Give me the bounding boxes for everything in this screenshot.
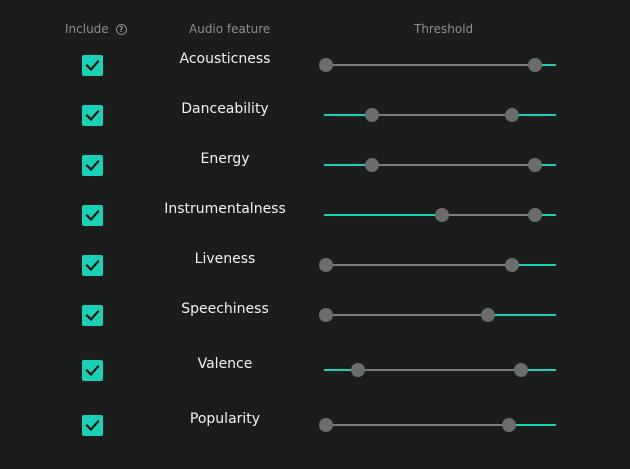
slider-max-thumb[interactable]: [504, 108, 519, 122]
feature-row-speechiness: Speechiness: [0, 301, 630, 334]
feature-label-danceability: Danceability: [181, 101, 269, 117]
slider-selected-range: [370, 114, 510, 116]
include-checkbox-liveness[interactable]: [82, 255, 103, 276]
threshold-slider-popularity[interactable]: [319, 417, 556, 433]
include-checkbox-speechiness[interactable]: [82, 305, 103, 326]
feature-row-energy: Energy: [0, 151, 630, 184]
slider-selected-range: [356, 369, 519, 371]
threshold-slider-acousticness[interactable]: [319, 57, 556, 73]
feature-row-valence: Valence: [0, 356, 630, 389]
include-checkbox-instrumentalness[interactable]: [82, 205, 103, 226]
feature-row-acousticness: Acousticness: [0, 51, 630, 84]
slider-max-thumb[interactable]: [527, 58, 542, 72]
feature-label-valence: Valence: [197, 356, 253, 372]
slider-selected-range: [370, 164, 533, 166]
feature-label-energy: Energy: [200, 151, 250, 167]
include-header-label: Include: [65, 22, 109, 36]
feature-label-liveness: Liveness: [194, 251, 256, 267]
include-checkbox-valence[interactable]: [82, 360, 103, 381]
check-icon: [85, 309, 100, 322]
audio-feature-header: Audio feature: [189, 22, 271, 36]
include-header: Include ?: [65, 21, 127, 37]
slider-selected-range: [324, 424, 508, 426]
slider-min-thumb[interactable]: [365, 158, 380, 172]
slider-selected-range: [324, 314, 487, 316]
threshold-slider-liveness[interactable]: [319, 257, 556, 273]
threshold-slider-instrumentalness[interactable]: [324, 207, 556, 223]
slider-min-thumb[interactable]: [351, 363, 366, 377]
threshold-slider-danceability[interactable]: [324, 107, 556, 123]
include-checkbox-popularity[interactable]: [82, 415, 103, 436]
slider-selected-range: [440, 214, 533, 216]
feature-row-danceability: Danceability: [0, 101, 630, 134]
check-icon: [85, 364, 100, 377]
slider-max-thumb[interactable]: [527, 208, 542, 222]
help-circle-icon[interactable]: ?: [115, 23, 127, 35]
check-icon: [85, 419, 100, 432]
threshold-header: Threshold: [414, 22, 474, 36]
feature-row-instrumentalness: Instrumentalness: [0, 201, 630, 234]
slider-selected-range: [324, 264, 510, 266]
feature-label-popularity: Popularity: [189, 411, 261, 427]
threshold-slider-speechiness[interactable]: [319, 307, 556, 323]
include-checkbox-acousticness[interactable]: [82, 55, 103, 76]
slider-max-thumb[interactable]: [502, 418, 517, 432]
slider-max-thumb[interactable]: [527, 158, 542, 172]
check-icon: [85, 159, 100, 172]
feature-label-speechiness: Speechiness: [181, 301, 269, 317]
feature-label-instrumentalness: Instrumentalness: [164, 201, 286, 217]
slider-max-thumb[interactable]: [513, 363, 528, 377]
slider-min-thumb[interactable]: [435, 208, 449, 222]
slider-min-thumb[interactable]: [319, 58, 333, 72]
slider-min-thumb[interactable]: [319, 308, 333, 322]
include-checkbox-energy[interactable]: [82, 155, 103, 176]
slider-min-thumb[interactable]: [365, 108, 380, 122]
threshold-slider-energy[interactable]: [324, 157, 556, 173]
feature-row-liveness: Liveness: [0, 251, 630, 284]
check-icon: [85, 209, 100, 222]
check-icon: [85, 109, 100, 122]
slider-selected-range: [324, 64, 533, 66]
feature-row-popularity: Popularity: [0, 411, 630, 444]
feature-label-acousticness: Acousticness: [179, 51, 271, 67]
check-icon: [85, 259, 100, 272]
slider-min-thumb[interactable]: [319, 418, 333, 432]
slider-min-thumb[interactable]: [319, 258, 333, 272]
slider-max-thumb[interactable]: [504, 258, 519, 272]
check-icon: [85, 59, 100, 72]
include-checkbox-danceability[interactable]: [82, 105, 103, 126]
threshold-slider-valence[interactable]: [324, 362, 556, 378]
slider-max-thumb[interactable]: [481, 308, 496, 322]
